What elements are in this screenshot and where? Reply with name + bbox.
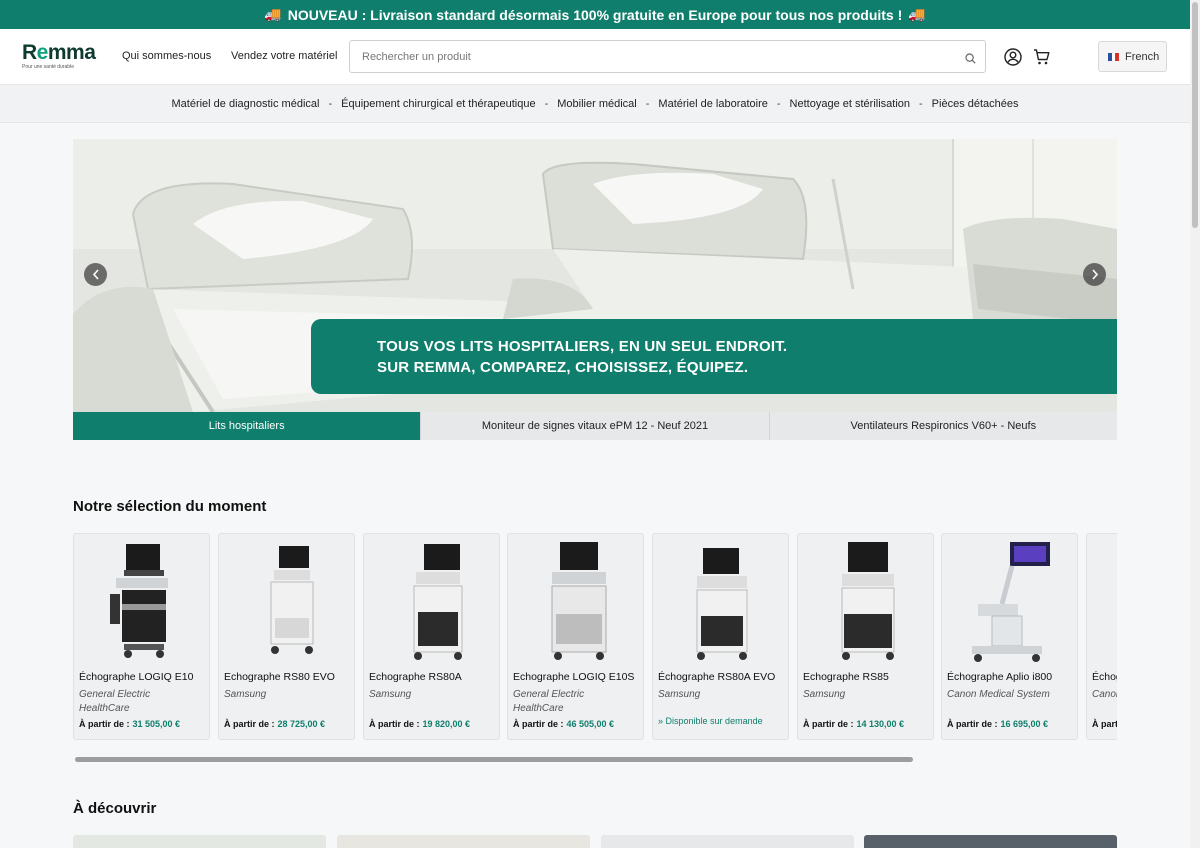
product-card[interactable]: Echographe RS80A Samsung À partir de :19…	[363, 533, 500, 740]
category-furniture[interactable]: Mobilier médical	[557, 98, 636, 110]
discover-card[interactable]	[864, 835, 1117, 848]
product-price: À partir de :14 130,00 €	[803, 719, 905, 729]
cart-icon[interactable]	[1033, 48, 1051, 71]
category-spare-parts[interactable]: Pièces détachées	[932, 98, 1019, 110]
hero-headline-banner[interactable]: TOUS VOS LITS HOSPITALIERS, EN UN SEUL E…	[311, 319, 1117, 394]
search-box	[349, 40, 986, 73]
product-price: À partir de :28 725,00 €	[224, 719, 326, 729]
carousel-scrollbar[interactable]	[75, 757, 913, 762]
category-sterilization[interactable]: Nettoyage et stérilisation	[790, 98, 910, 110]
chevron-left-icon	[92, 269, 99, 280]
announcement-text: NOUVEAU : Livraison standard désormais 1…	[287, 6, 903, 23]
discover-card[interactable]	[601, 835, 854, 848]
category-separator: -	[544, 97, 549, 110]
carousel-prev-button[interactable]	[84, 263, 107, 286]
carousel-next-button[interactable]	[1083, 263, 1106, 286]
hero-tab-beds[interactable]: Lits hospitaliers	[73, 412, 421, 440]
announcement-bar: 🚚 NOUVEAU : Livraison standard désormais…	[0, 0, 1190, 29]
product-price: À partir de :19 820,00 €	[369, 719, 471, 729]
product-name: Echographe LOGIQ E10S	[513, 671, 635, 683]
nav-link-sell[interactable]: Vendez votre matériel	[231, 50, 337, 62]
product-brand: Samsung	[224, 689, 267, 700]
product-brand: General Electric HealthCare	[79, 689, 151, 714]
product-price: À partir de :46 505,00 €	[513, 719, 615, 729]
logo[interactable]: Remma Pour une santé durable	[22, 41, 98, 71]
nav-link-about[interactable]: Qui sommes-nous	[122, 50, 211, 62]
chevron-right-icon	[1091, 269, 1098, 280]
category-nav: Matériel de diagnostic médical - Équipem…	[0, 85, 1190, 123]
category-separator: -	[645, 97, 650, 110]
ultrasound-machine-image	[696, 548, 748, 660]
category-separator: -	[328, 97, 333, 110]
category-diagnostic[interactable]: Matériel de diagnostic médical	[171, 98, 319, 110]
france-flag-icon	[1108, 52, 1120, 61]
product-card[interactable]: Echographe LOGIQ E10S General Electric H…	[507, 533, 644, 740]
product-carousel: Échographe LOGIQ E10 General Electric He…	[73, 533, 1117, 741]
product-name: Échographe LOGIQ E10	[79, 671, 194, 683]
discover-card[interactable]	[337, 835, 590, 848]
product-availability: » Disponible sur demande	[658, 716, 763, 726]
product-brand: Samsung	[658, 689, 701, 700]
product-name: Échographe	[1092, 671, 1117, 683]
product-name: Échographe Aplio i800	[947, 671, 1053, 683]
ultrasound-machine-image	[270, 546, 314, 654]
product-brand: General Electric HealthCare	[513, 689, 585, 714]
category-surgical[interactable]: Équipement chirurgical et thérapeutique	[341, 98, 535, 110]
product-card[interactable]: Echographe RS85 Samsung À partir de :14 …	[797, 533, 934, 740]
hero-tabs: Lits hospitaliers Moniteur de signes vit…	[73, 412, 1117, 440]
account-icon[interactable]	[1004, 48, 1022, 71]
product-brand: Samsung	[803, 689, 846, 700]
hero-headline-line-1: TOUS VOS LITS HOSPITALIERS, EN UN SEUL E…	[377, 338, 788, 355]
product-name: Echographe RS80A	[369, 671, 462, 683]
product-name: Echographe RS80 EVO	[224, 671, 335, 683]
discover-card[interactable]	[73, 835, 326, 848]
search-input[interactable]	[350, 41, 940, 72]
product-name: Échographe RS80A EVO	[658, 671, 776, 683]
logo-tagline: Pour une santé durable	[22, 64, 74, 70]
site-header: Remma Pour une santé durable Qui sommes-…	[0, 29, 1190, 85]
product-card[interactable]: Échographe Canon À partir de :	[1086, 533, 1117, 740]
category-separator: -	[919, 97, 923, 110]
hero-tab-ventilators[interactable]: Ventilateurs Respironics V60+ - Neufs	[768, 412, 1117, 440]
logo-wordmark: Remma	[22, 41, 96, 64]
ultrasound-machine-image	[551, 542, 607, 660]
product-brand: Canon Medical System	[947, 689, 1050, 700]
category-separator: -	[776, 97, 781, 110]
hero-tab-monitor[interactable]: Moniteur de signes vitaux ePM 12 - Neuf …	[420, 412, 769, 440]
search-icon[interactable]	[965, 51, 976, 69]
product-name: Echographe RS85	[803, 671, 889, 683]
ultrasound-machine-image	[110, 544, 168, 658]
hero-headline-line-2: SUR REMMA, COMPAREZ, CHOISISSEZ, ÉQUIPEZ…	[377, 359, 749, 376]
product-price: À partir de :31 505,00 €	[79, 719, 181, 729]
page-scrollbar-thumb[interactable]	[1192, 2, 1198, 228]
selection-title: Notre sélection du moment	[73, 498, 267, 515]
product-price: À partir de :16 695,00 €	[947, 719, 1049, 729]
double-chevron-right-icon: »	[658, 716, 664, 726]
language-label: French	[1125, 50, 1160, 63]
language-selector[interactable]: French	[1098, 41, 1167, 72]
truck-icon: 🚚	[264, 6, 282, 22]
product-price: À partir de :	[1092, 719, 1117, 729]
product-card[interactable]: Échographe RS80A EVO Samsung » Disponibl…	[652, 533, 789, 740]
truck-icon: 🚚	[908, 6, 926, 22]
product-brand: Samsung	[369, 689, 412, 700]
ultrasound-machine-image	[841, 542, 895, 660]
product-card[interactable]: Échographe Aplio i800 Canon Medical Syst…	[941, 533, 1078, 740]
ultrasound-machine-image	[413, 544, 463, 660]
category-laboratory[interactable]: Matériel de laboratoire	[658, 98, 767, 110]
product-card[interactable]: Echographe RS80 EVO Samsung À partir de …	[218, 533, 355, 740]
product-card[interactable]: Échographe LOGIQ E10 General Electric He…	[73, 533, 210, 740]
discover-title: À découvrir	[73, 800, 157, 817]
product-brand: Canon	[1092, 689, 1117, 700]
page-scrollbar[interactable]	[1190, 0, 1200, 848]
hero-carousel: TOUS VOS LITS HOSPITALIERS, EN UN SEUL E…	[73, 139, 1117, 412]
ultrasound-machine-image	[1087, 534, 1117, 666]
ultrasound-machine-image	[972, 542, 1050, 662]
